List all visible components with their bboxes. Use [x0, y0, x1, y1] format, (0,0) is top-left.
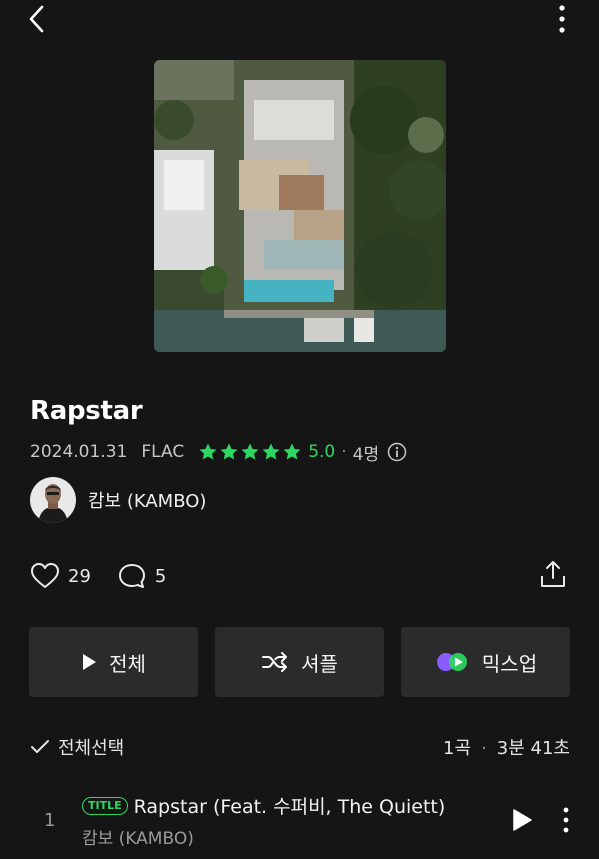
artist-avatar [30, 477, 76, 523]
social-row: 29 5 [30, 560, 166, 592]
select-all-label: 전체선택 [58, 738, 125, 759]
artist-name: 캄보 (KAMBO) [88, 491, 207, 512]
track-title-line: TITLE Rapstar (Feat. 수퍼비, The Quiett) [82, 792, 445, 819]
track-title: Rapstar (Feat. 수퍼비, The Quiett) [133, 796, 446, 818]
rating-stars [198, 442, 302, 462]
mixup-button[interactable]: 믹스업 [401, 627, 570, 697]
track-more-icon[interactable] [558, 806, 574, 834]
title-badge: TITLE [82, 796, 128, 815]
back-chevron-icon[interactable] [26, 4, 48, 34]
info-icon[interactable] [387, 442, 407, 462]
mixup-label: 믹스업 [481, 651, 538, 676]
track-artist: 캄보 (KAMBO) [82, 829, 194, 849]
shuffle-button[interactable]: 셔플 [215, 627, 384, 697]
album-meta: 2024.01.31 FLAC 5.0 · 4명 [30, 440, 407, 465]
star-icon [220, 443, 238, 460]
check-icon [31, 740, 49, 753]
heart-icon[interactable] [30, 561, 60, 591]
rating-value: 5.0 [308, 442, 336, 462]
play-all-label: 전체 [109, 651, 146, 676]
track-row[interactable]: 1 TITLE Rapstar (Feat. 수퍼비, The Quiett) … [0, 788, 599, 852]
track-summary: 1곡 · 3분 41초 [443, 738, 570, 759]
mixup-icon [436, 653, 467, 671]
track-number: 1 [44, 810, 56, 831]
play-icon [83, 654, 97, 670]
share-icon[interactable] [538, 558, 568, 590]
comment-count: 5 [154, 565, 167, 587]
track-count: 1곡 [443, 738, 472, 759]
play-all-button[interactable]: 전체 [29, 627, 198, 697]
shuffle-label: 셔플 [301, 651, 338, 676]
album-cover [154, 60, 446, 352]
total-duration: 3분 41초 [496, 738, 570, 759]
comment-icon[interactable] [117, 561, 147, 591]
selection-row: 전체선택 1곡 · 3분 41초 [30, 734, 570, 760]
action-buttons: 전체 셔플 믹스업 [29, 627, 570, 697]
rating-count: 4명 [352, 444, 380, 465]
audio-format: FLAC [141, 442, 185, 462]
shuffle-icon [262, 652, 288, 672]
release-date: 2024.01.31 [30, 442, 128, 462]
star-icon [199, 443, 217, 460]
select-all-button[interactable]: 전체선택 [30, 734, 124, 760]
star-icon [283, 443, 301, 460]
like-count: 29 [68, 565, 91, 587]
album-title: Rapstar [30, 396, 143, 426]
more-options-icon[interactable] [552, 2, 572, 36]
star-icon [241, 443, 259, 460]
star-icon [262, 443, 280, 460]
track-play-icon[interactable] [511, 808, 533, 832]
artist-row[interactable]: 캄보 (KAMBO) [30, 476, 206, 524]
